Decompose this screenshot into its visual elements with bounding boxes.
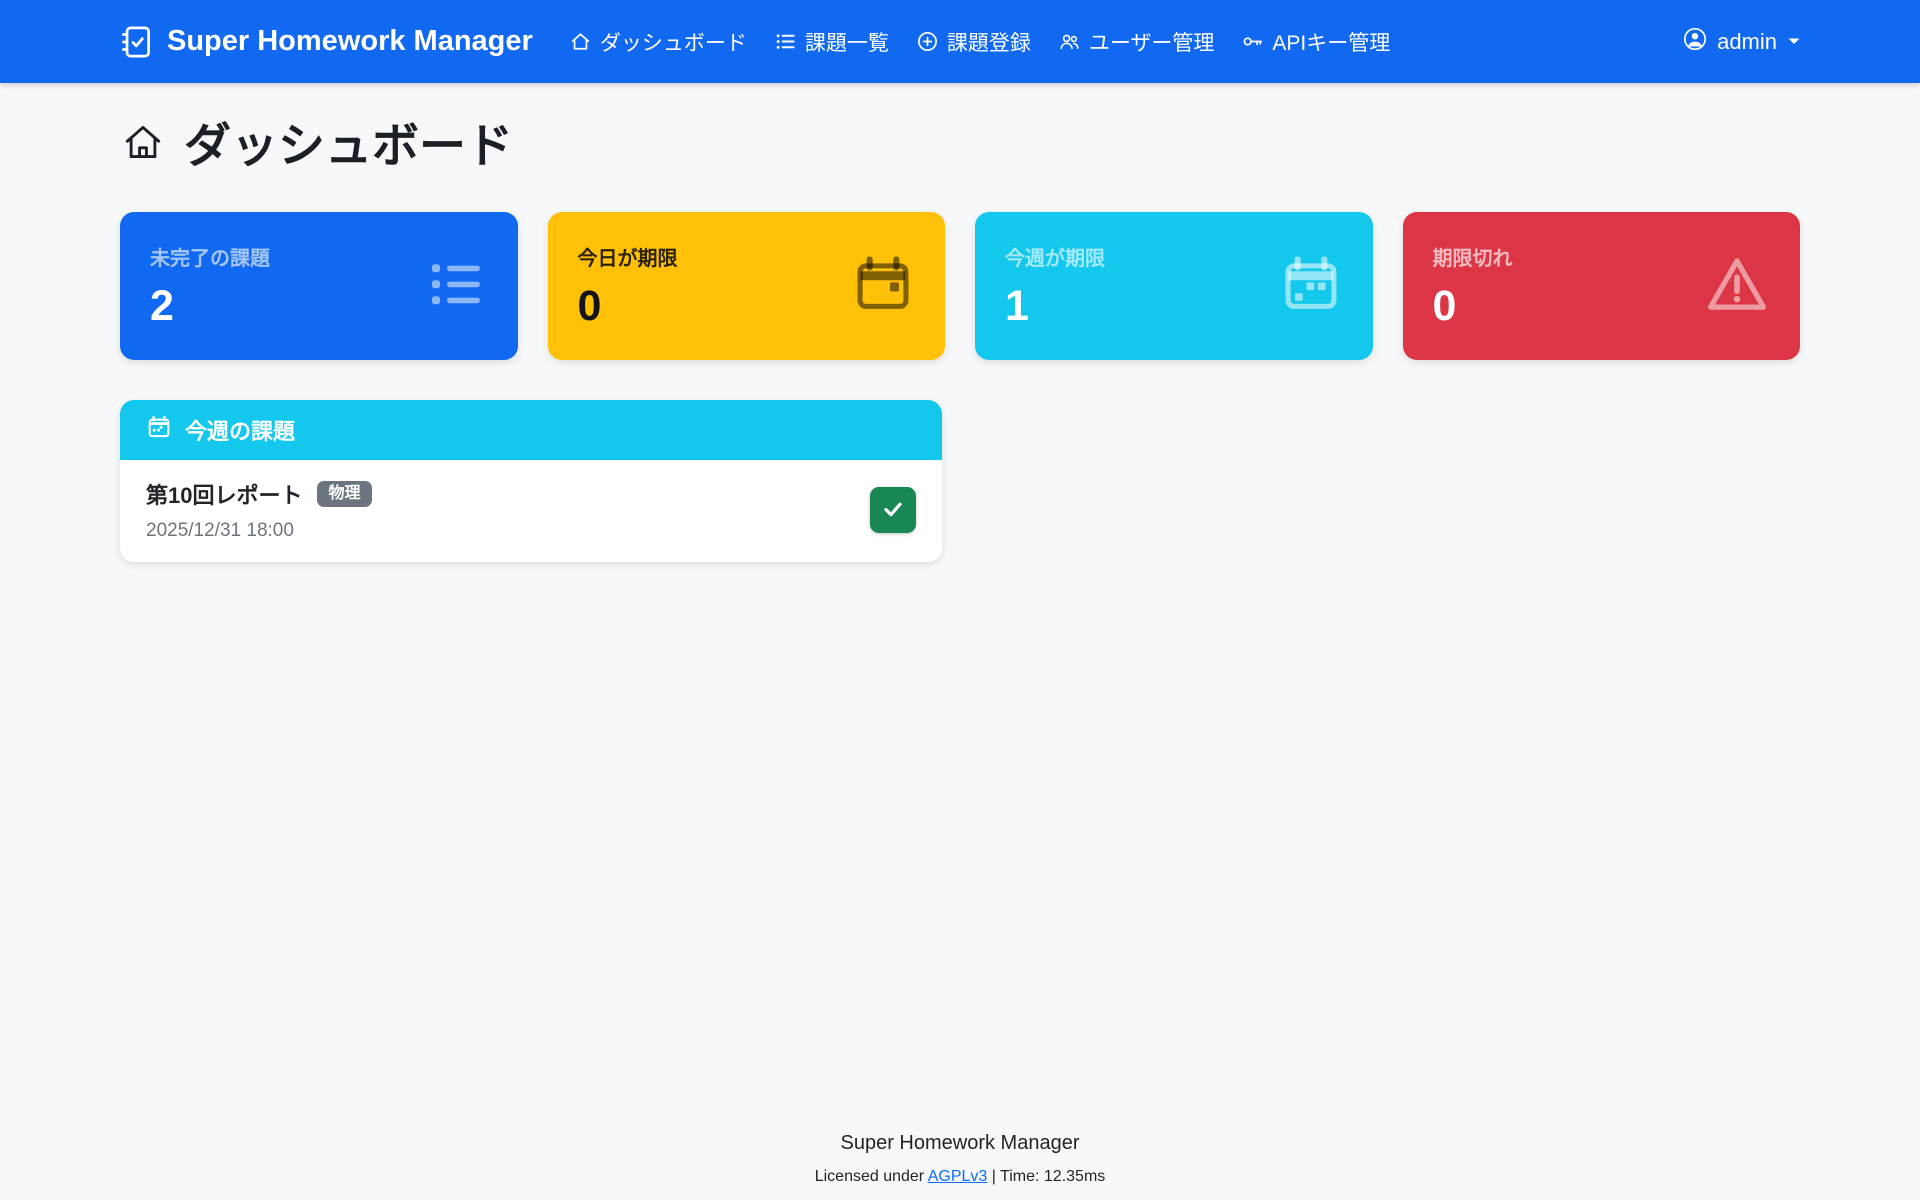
check-icon [880,496,906,525]
calendar-event-icon [851,252,915,321]
week-tasks-title: 今週の課題 [185,414,295,446]
stat-card-due-this-week[interactable]: 今週が期限 1 [975,212,1373,360]
stat-value: 2 [150,285,270,328]
task-row: 第10回レポート 物理 2025/12/31 18:00 [120,460,942,562]
calendar-week-icon [1279,252,1343,321]
subject-badge: 物理 [317,481,371,507]
page-title: ダッシュボード [120,107,1800,176]
user-name: admin [1717,29,1777,55]
footer-app-name: Super Homework Manager [0,1132,1920,1155]
stat-card-overdue[interactable]: 期限切れ 0 [1403,212,1801,360]
stat-label: 未完了の課題 [150,242,270,271]
journal-check-icon [118,24,154,60]
nav-item-label: ダッシュボード [600,27,747,57]
person-circle-icon [1682,26,1708,58]
people-icon [1058,30,1081,53]
page-title-text: ダッシュボード [184,107,513,176]
user-menu[interactable]: admin [1682,26,1802,58]
key-icon [1241,30,1264,53]
task-title: 第10回レポート [146,478,302,510]
nav-item-task-list[interactable]: 課題一覧 [774,27,889,57]
calendar-week-icon [146,414,172,446]
nav-item-dashboard[interactable]: ダッシュボード [569,27,747,57]
list-icon [774,30,797,53]
nav-item-api-keys[interactable]: APIキー管理 [1241,27,1390,57]
brand[interactable]: Super Homework Manager [118,24,533,60]
stat-label: 今日が期限 [578,242,678,271]
license-link[interactable]: AGPLv3 [928,1168,988,1185]
nav-item-label: 課題一覧 [805,27,889,57]
footer: Super Homework Manager Licensed under AG… [0,1114,1920,1200]
license-suffix: | Time: 12.35ms [987,1168,1105,1185]
stat-label: 今週が期限 [1005,242,1105,271]
nav-item-label: ユーザー管理 [1089,27,1215,57]
week-tasks-header: 今週の課題 [120,400,942,460]
week-tasks-card: 今週の課題 第10回レポート 物理 2025/12/31 18:00 [120,400,942,562]
stat-value: 0 [1433,285,1513,328]
nav-item-task-create[interactable]: 課題登録 [916,27,1031,57]
stat-card-due-today[interactable]: 今日が期限 0 [548,212,946,360]
nav-item-label: APIキー管理 [1272,27,1390,57]
stat-label: 期限切れ [1433,242,1513,271]
task-due-date: 2025/12/31 18:00 [146,520,372,542]
license-prefix: Licensed under [815,1168,928,1185]
top-navbar: Super Homework Manager ダッシュボード 課題一覧 [0,0,1920,83]
nav-links: ダッシュボード 課題一覧 課題登録 [569,27,1390,57]
house-icon [569,30,592,53]
stat-value: 1 [1005,285,1105,328]
stat-value: 0 [578,285,678,328]
nav-item-label: 課題登録 [947,27,1031,57]
nav-item-user-management[interactable]: ユーザー管理 [1058,27,1215,57]
caret-down-icon [1786,29,1802,55]
brand-title: Super Homework Manager [167,25,533,58]
house-icon [120,119,166,165]
mark-done-button[interactable] [870,487,916,533]
main-content: ダッシュボード 未完了の課題 2 今日が期限 0 [120,83,1800,1114]
plus-circle-icon [916,30,939,53]
stat-card-incomplete[interactable]: 未完了の課題 2 [120,212,518,360]
stat-cards: 未完了の課題 2 今日が期限 0 [120,212,1800,360]
warning-triangle-icon [1704,251,1770,322]
footer-license-line: Licensed under AGPLv3 | Time: 12.35ms [0,1168,1920,1186]
list-task-icon [424,252,488,321]
